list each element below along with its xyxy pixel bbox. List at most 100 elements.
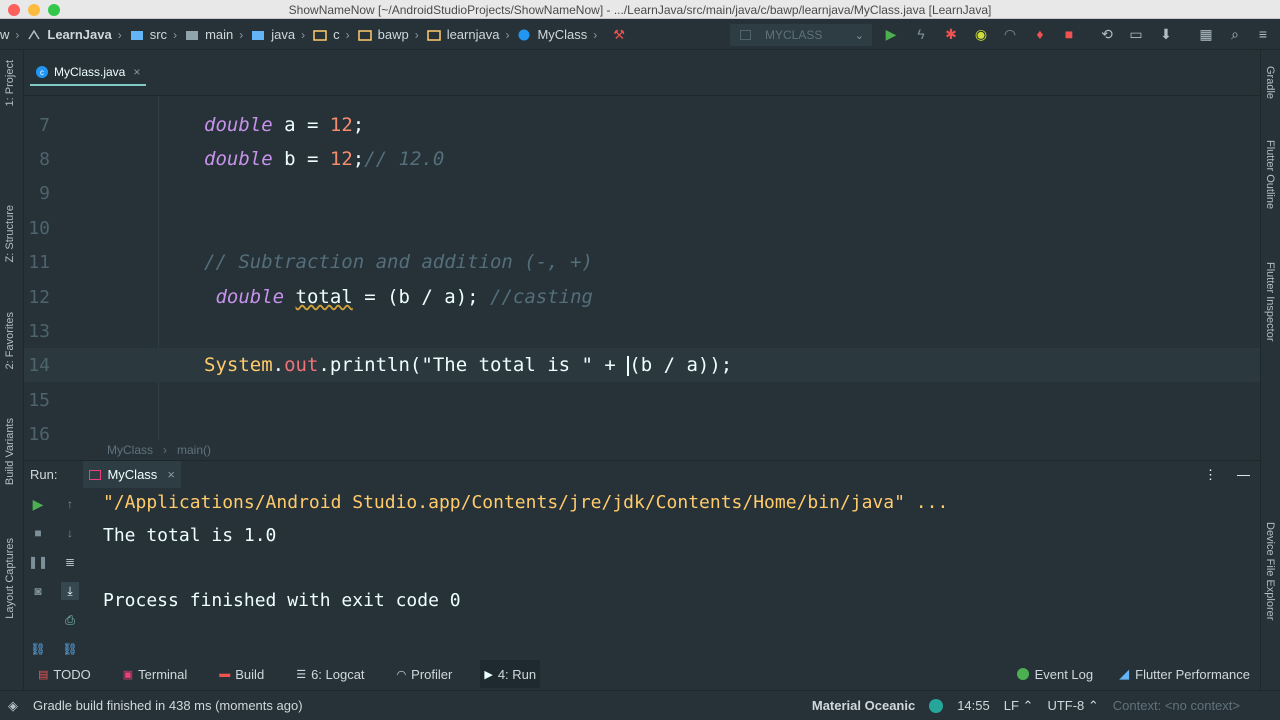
code-text: // Subtraction and addition (-, +) bbox=[204, 251, 593, 273]
breadcrumb-item[interactable]: c › bbox=[313, 27, 350, 42]
avd-manager-icon[interactable]: ▭ bbox=[1127, 25, 1145, 43]
tool-run[interactable]: ▶ 4: Run bbox=[480, 660, 541, 688]
tab-flutter-outline[interactable]: Flutter Outline bbox=[1264, 140, 1276, 209]
breadcrumb-item[interactable]: bawp › bbox=[357, 27, 419, 42]
code-line: 7 double a = 12; bbox=[24, 108, 1260, 142]
tool-logcat[interactable]: ☰ 6: Logcat bbox=[292, 660, 368, 688]
attach-debugger-icon[interactable]: ♦ bbox=[1031, 25, 1049, 43]
rerun-icon[interactable]: ▶ bbox=[29, 495, 47, 513]
pause-icon[interactable]: ❚❚ bbox=[28, 553, 48, 571]
breadcrumb-item[interactable]: w › bbox=[0, 27, 19, 42]
tool-terminal[interactable]: ▣ Terminal bbox=[119, 660, 192, 688]
right-tool-stripe: Gradle Flutter Outline Flutter Inspector… bbox=[1260, 50, 1280, 690]
breadcrumb-class[interactable]: MyClass bbox=[107, 443, 153, 457]
chevron-down-icon: ⌄ bbox=[854, 29, 864, 42]
gradle-sync-icon[interactable]: ⟲ bbox=[1098, 25, 1116, 43]
context-indicator[interactable]: Context: <no context> bbox=[1113, 698, 1240, 713]
class-icon: c bbox=[36, 66, 48, 78]
breadcrumb-label: java bbox=[271, 27, 296, 42]
line-number: 13 bbox=[28, 320, 50, 342]
code-line-current: 14 System.out.println("The total is " + … bbox=[24, 348, 1260, 382]
tool-profiler[interactable]: ◠ Profiler bbox=[393, 660, 457, 688]
run-configuration-select[interactable]: MYCLASS ⌄ bbox=[730, 24, 872, 46]
tab-project[interactable]: 1: Project bbox=[4, 60, 16, 106]
run-tab-myclass[interactable]: MyClass × bbox=[83, 460, 181, 489]
code-line: 9 bbox=[24, 176, 1260, 210]
close-icon[interactable]: × bbox=[167, 467, 175, 482]
tab-structure[interactable]: Z: Structure bbox=[4, 205, 16, 262]
search-icon[interactable]: ⌕ bbox=[1226, 25, 1244, 43]
stop-icon[interactable]: ■ bbox=[1060, 25, 1078, 43]
window-title: ShowNameNow [~/AndroidStudioProjects/Sho… bbox=[288, 3, 992, 17]
close-icon[interactable]: × bbox=[133, 65, 140, 79]
run-icon[interactable]: ▶ bbox=[882, 25, 900, 43]
chevron-right-icon: › bbox=[505, 27, 510, 42]
arrow-down-icon[interactable]: ↓ bbox=[61, 524, 79, 542]
camera-icon[interactable]: ◙ bbox=[29, 582, 47, 600]
hammer-icon[interactable]: ⚒ bbox=[613, 27, 625, 43]
print-icon[interactable]: ⎙ bbox=[61, 611, 79, 629]
configuration-icon bbox=[89, 469, 102, 480]
tab-gradle[interactable]: Gradle bbox=[1264, 66, 1276, 99]
breadcrumb-label: w bbox=[0, 27, 10, 42]
minimize-icon[interactable]: — bbox=[1237, 467, 1250, 483]
breadcrumb-item[interactable]: java › bbox=[251, 27, 305, 42]
tool-event-log[interactable]: Event Log bbox=[1016, 666, 1093, 682]
breadcrumb-label: src bbox=[149, 27, 168, 42]
soft-wrap-icon[interactable]: ≣ bbox=[61, 553, 79, 571]
breadcrumb-item[interactable]: main › bbox=[185, 27, 243, 42]
folder-icon bbox=[252, 30, 265, 40]
breadcrumb: w › LearnJava › src › main › java › c › bawp › … bbox=[0, 19, 625, 50]
tab-layout-captures[interactable]: Layout Captures bbox=[4, 538, 16, 619]
debug-icon[interactable]: ✱ bbox=[942, 25, 960, 43]
coverage-icon[interactable]: ◉ bbox=[972, 25, 990, 43]
breadcrumb-item[interactable]: src › bbox=[130, 27, 177, 42]
tab-device-file-explorer[interactable]: Device File Explorer bbox=[1264, 522, 1276, 620]
line-number: 11 bbox=[28, 251, 50, 273]
tab-favorites[interactable]: 2: Favorites bbox=[4, 312, 16, 369]
theme-indicator[interactable]: Material Oceanic bbox=[812, 698, 915, 713]
link-icon[interactable]: ⛓ bbox=[29, 640, 47, 658]
file-encoding[interactable]: UTF-8 ⌃ bbox=[1047, 698, 1098, 714]
tab-flutter-inspector[interactable]: Flutter Inspector bbox=[1264, 262, 1276, 341]
folder-icon bbox=[186, 30, 199, 40]
code-text: double a = 12; bbox=[204, 114, 365, 136]
code-text: double total = (b / a); //casting bbox=[215, 286, 593, 308]
link-icon[interactable]: ⛓ bbox=[61, 640, 79, 658]
tool-label: 4: Run bbox=[497, 666, 537, 682]
chevron-right-icon: › bbox=[345, 27, 350, 42]
status-message[interactable]: Gradle build finished in 438 ms (moments… bbox=[33, 698, 303, 713]
run-icon: ▶ bbox=[484, 668, 493, 681]
profile-icon[interactable]: ◠ bbox=[1001, 25, 1019, 43]
tool-todo[interactable]: ▤ TODO bbox=[34, 660, 95, 688]
stop-icon[interactable]: ■ bbox=[29, 524, 47, 542]
window-titlebar: ShowNameNow [~/AndroidStudioProjects/Sho… bbox=[0, 0, 1280, 19]
toggle-tool-windows-icon[interactable]: ◈ bbox=[8, 698, 18, 714]
breadcrumb-item[interactable]: learnjava › bbox=[426, 27, 510, 42]
more-options-icon[interactable]: ⋮ bbox=[1204, 467, 1217, 483]
project-structure-icon[interactable]: ▦ bbox=[1197, 25, 1215, 43]
arrow-up-icon[interactable]: ↑ bbox=[61, 495, 79, 513]
code-line: 11 // Subtraction and addition (-, +) bbox=[24, 245, 1260, 279]
tool-flutter-performance[interactable]: ◢ Flutter Performance bbox=[1119, 666, 1250, 682]
breadcrumb-method[interactable]: main() bbox=[177, 443, 211, 457]
tool-build[interactable]: ▬ Build bbox=[215, 660, 268, 688]
scroll-to-end-icon[interactable]: ⤓ bbox=[61, 582, 79, 600]
line-separator[interactable]: LF ⌃ bbox=[1004, 698, 1034, 714]
module-icon bbox=[28, 29, 41, 39]
apply-changes-icon[interactable]: ϟ bbox=[912, 25, 930, 43]
profiler-icon: ◠ bbox=[396, 668, 407, 681]
menu-icon[interactable]: ≡ bbox=[1254, 25, 1272, 43]
code-line: 8 double b = 12;// 12.0 bbox=[24, 142, 1260, 176]
code-editor[interactable]: 7 double a = 12; 8 double b = 12;// 12.0… bbox=[24, 96, 1260, 440]
package-icon bbox=[313, 29, 327, 41]
console-output[interactable]: "/Applications/Android Studio.app/Conten… bbox=[88, 488, 1260, 660]
breadcrumb-item[interactable]: LearnJava › bbox=[27, 27, 122, 42]
tab-build-variants[interactable]: Build Variants bbox=[4, 418, 16, 485]
tab-myclass-java[interactable]: c MyClass.java × bbox=[30, 60, 147, 86]
chevron-right-icon: › bbox=[593, 27, 598, 42]
caret-position[interactable]: 14:55 bbox=[957, 698, 990, 713]
tool-label: Profiler bbox=[411, 666, 453, 682]
breadcrumb-item[interactable]: MyClass › bbox=[517, 27, 597, 42]
sdk-manager-icon[interactable]: ⬇ bbox=[1157, 25, 1175, 43]
